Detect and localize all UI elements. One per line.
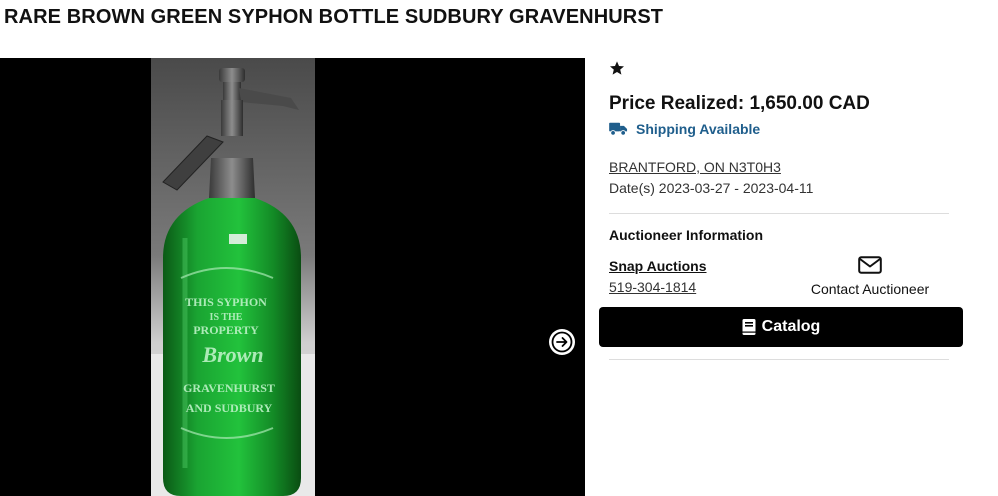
auctioneer-name-link[interactable]: Snap Auctions: [609, 258, 707, 274]
etching-line-4: Brown: [201, 342, 263, 367]
etching-line-2: IS THE: [210, 312, 243, 323]
auctioneer-phone-link[interactable]: 519-304-1814: [609, 279, 696, 295]
watch-button[interactable]: [609, 60, 625, 81]
next-image-button[interactable]: [549, 329, 575, 355]
shipping-label: Shipping Available: [636, 121, 761, 137]
contact-auctioneer-label: Contact Auctioneer: [810, 281, 930, 297]
envelope-icon: [858, 256, 882, 274]
truck-icon: [609, 122, 628, 136]
etching-line-6: AND SUDBURY: [186, 401, 273, 415]
etching-line-3: PROPERTY: [193, 323, 259, 337]
auctioneer-heading: Auctioneer Information: [609, 227, 764, 243]
image-gallery[interactable]: THIS SYPHON IS THE PROPERTY Brown GRAVEN…: [0, 58, 585, 496]
divider: [609, 359, 949, 360]
location-link[interactable]: BRANTFORD, ON N3T0H3: [609, 159, 781, 175]
price-realized: Price Realized: 1,650.00 CAD: [609, 93, 870, 114]
lot-title: RARE BROWN GREEN SYPHON BOTTLE SUDBURY G…: [4, 6, 664, 28]
etching-line-5: GRAVENHURST: [183, 381, 275, 395]
lot-photo: THIS SYPHON IS THE PROPERTY Brown GRAVEN…: [151, 58, 315, 496]
book-icon: [742, 319, 756, 335]
etching-line-1: THIS SYPHON: [185, 295, 267, 309]
auction-dates: Date(s) 2023-03-27 - 2023-04-11: [609, 180, 814, 196]
star-icon: [610, 61, 624, 75]
shipping-info: Shipping Available: [609, 121, 760, 137]
catalog-label: Catalog: [761, 318, 821, 335]
contact-auctioneer-button[interactable]: Contact Auctioneer: [805, 256, 935, 297]
catalog-button[interactable]: Catalog: [599, 307, 963, 347]
divider: [609, 213, 949, 214]
arrow-right-icon: [551, 331, 573, 353]
